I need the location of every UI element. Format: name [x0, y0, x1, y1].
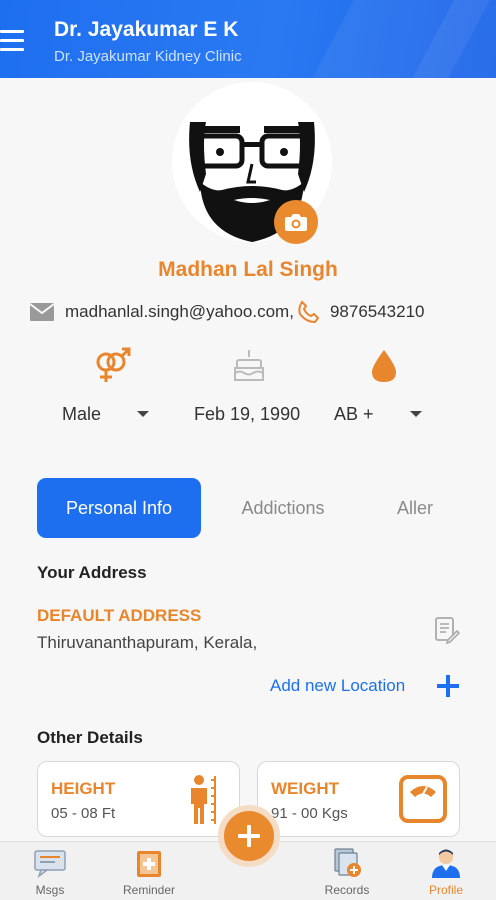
app-header: Dr. Jayakumar E K Dr. Jayakumar Kidney C… [0, 0, 496, 78]
add-fab-button[interactable] [218, 805, 280, 867]
blood-group-select[interactable]: AB + [334, 404, 374, 425]
camera-icon[interactable] [274, 200, 318, 244]
profile-icon [432, 849, 460, 878]
add-location-plus-icon[interactable] [436, 674, 460, 698]
mail-icon [30, 303, 54, 321]
dob-field[interactable]: Feb 19, 1990 [194, 404, 300, 425]
weight-card[interactable]: WEIGHT 91 - 00 Kgs [257, 761, 460, 837]
tab-addictions[interactable]: Addictions [219, 478, 347, 538]
blood-group-dropdown-icon[interactable] [410, 411, 422, 417]
tab-allergies[interactable]: Aller [397, 478, 457, 538]
nav-reminder[interactable]: Reminder [104, 842, 194, 900]
plus-icon [238, 825, 260, 847]
weight-label: WEIGHT [271, 779, 339, 798]
doctor-name: Dr. Jayakumar E K [54, 18, 239, 41]
nav-profile[interactable]: Profile [401, 842, 491, 900]
gender-select[interactable]: Male [62, 404, 101, 425]
phone-text[interactable]: 9876543210 [330, 302, 425, 322]
height-icon [191, 775, 216, 824]
address-section-title: Your Address [37, 563, 147, 582]
other-details-title: Other Details [37, 728, 143, 747]
menu-icon[interactable] [0, 26, 26, 56]
height-value: 05 - 08 Ft [51, 805, 116, 822]
nav-records-label: Records [324, 883, 370, 897]
nav-records[interactable]: Records [302, 842, 392, 900]
contact-row: madhanlal.singh@yahoo.com, 9876543210 [30, 300, 425, 324]
nav-msgs[interactable]: Msgs [5, 842, 95, 900]
records-icon [334, 848, 361, 877]
nav-reminder-label: Reminder [122, 883, 176, 897]
add-location-link[interactable]: Add new Location [270, 676, 405, 696]
nav-profile-label: Profile [428, 883, 463, 897]
weight-value: 91 - 00 Kgs [271, 805, 348, 822]
default-address-label: DEFAULT ADDRESS [37, 606, 202, 625]
gender-dropdown-icon[interactable] [137, 411, 149, 417]
blood-drop-icon [364, 346, 404, 386]
reminder-icon [137, 851, 161, 877]
patient-name: Madhan Lal Singh [158, 258, 338, 281]
tab-personal-info[interactable]: Personal Info [37, 478, 201, 538]
weight-scale-icon [399, 775, 447, 823]
clinic-name: Dr. Jayakumar Kidney Clinic [54, 48, 242, 65]
phone-icon [298, 300, 320, 324]
height-label: HEIGHT [51, 779, 116, 798]
gender-icon [92, 346, 132, 386]
message-icon [34, 850, 66, 878]
email-text[interactable]: madhanlal.singh@yahoo.com, [65, 302, 294, 322]
address-text: Thiruvananthapuram, Kerala, [37, 633, 258, 652]
height-card[interactable]: HEIGHT 05 - 08 Ft [37, 761, 240, 837]
nav-msgs-label: Msgs [35, 883, 65, 897]
edit-address-icon[interactable] [434, 616, 461, 645]
profile-tabs: Personal Info Addictions Aller [37, 478, 496, 538]
cake-icon [229, 346, 269, 386]
